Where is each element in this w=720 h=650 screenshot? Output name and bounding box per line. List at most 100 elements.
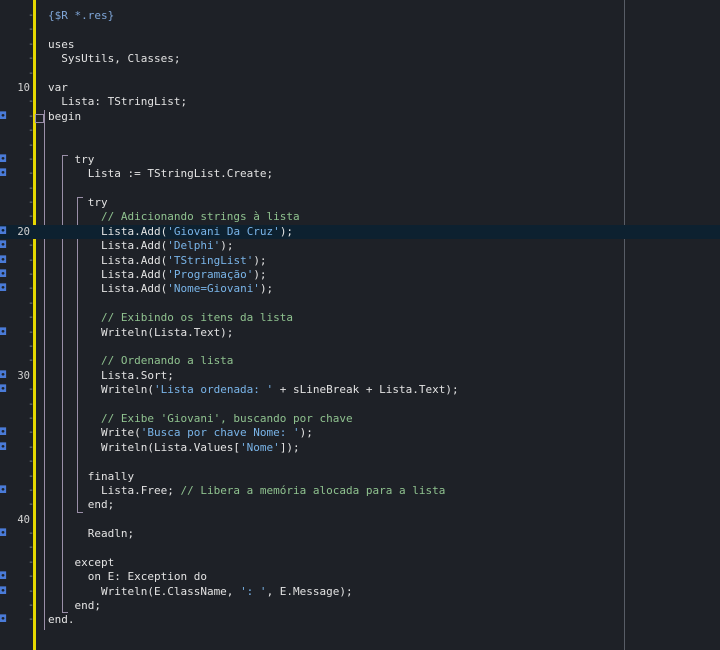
code-line[interactable]: - SysUtils, Classes;: [0, 52, 720, 66]
code-line[interactable]: - try: [0, 196, 720, 210]
code-text[interactable]: Lista.Free; // Libera a memória alocada …: [48, 484, 445, 498]
breakpoint-marker-icon[interactable]: ◘: [0, 369, 6, 383]
code-text[interactable]: Lista.Add('Nome=Giovani');: [48, 282, 273, 296]
breakpoint-marker-icon[interactable]: ◘: [0, 570, 6, 584]
code-text[interactable]: Writeln(E.ClassName, ': ', E.Message);: [48, 585, 353, 599]
breakpoint-marker-icon[interactable]: ◘: [0, 254, 6, 268]
code-text[interactable]: finally: [48, 470, 134, 484]
code-line[interactable]: -: [0, 541, 720, 555]
code-text[interactable]: Lista := TStringList.Create;: [48, 167, 273, 181]
code-text[interactable]: Lista.Add('Delphi');: [48, 239, 233, 253]
code-text[interactable]: // Ordenando a lista: [48, 354, 233, 368]
code-line[interactable]: - Lista: TStringList;: [0, 95, 720, 109]
code-token: Readln;: [48, 527, 135, 541]
code-line[interactable]: ◘ - Writeln(E.ClassName, ': ', E.Message)…: [0, 585, 720, 599]
breakpoint-marker-icon[interactable]: ◘: [0, 225, 6, 239]
code-text[interactable]: Writeln(Lista.Values['Nome']);: [48, 441, 300, 455]
code-line[interactable]: - // Exibe 'Giovani', buscando por chave: [0, 412, 720, 426]
code-line[interactable]: ◘ - Lista.Add('Nome=Giovani');: [0, 282, 720, 296]
code-line[interactable]: ◘ - begin: [0, 110, 720, 124]
code-line[interactable]: - except: [0, 556, 720, 570]
code-text[interactable]: try: [48, 196, 108, 210]
code-line[interactable]: -: [0, 23, 720, 37]
code-line[interactable]: ◘ - Writeln('Lista ordenada: ' + sLineBre…: [0, 383, 720, 397]
code-text[interactable]: var: [48, 81, 68, 95]
code-editor[interactable]: - {$R *.res} - - uses - SysUtils, Classes; -10…: [0, 0, 720, 650]
breakpoint-marker-icon[interactable]: ◘: [0, 527, 6, 541]
breakpoint-marker-icon[interactable]: ◘: [0, 383, 6, 397]
code-text[interactable]: Write('Busca por chave Nome: ');: [48, 426, 313, 440]
code-line[interactable]: -: [0, 455, 720, 469]
breakpoint-marker-icon[interactable]: ◘: [0, 110, 6, 124]
code-text[interactable]: end.: [48, 613, 75, 627]
breakpoint-marker-icon[interactable]: ◘: [0, 153, 6, 167]
code-text[interactable]: Lista: TStringList;: [48, 95, 187, 109]
code-line[interactable]: ◘ - Writeln(Lista.Text);: [0, 326, 720, 340]
code-line[interactable]: ◘ - Lista := TStringList.Create;: [0, 167, 720, 181]
code-text[interactable]: Lista.Sort;: [48, 369, 174, 383]
breakpoint-marker-icon[interactable]: ◘: [0, 585, 6, 599]
code-line[interactable]: - end;: [0, 498, 720, 512]
code-line[interactable]: ◘ - Lista.Add('Delphi');: [0, 239, 720, 253]
code-text[interactable]: on E: Exception do: [48, 570, 207, 584]
code-line[interactable]: - finally: [0, 470, 720, 484]
code-line[interactable]: -: [0, 340, 720, 354]
code-text[interactable]: Readln;: [48, 527, 134, 541]
breakpoint-marker-icon[interactable]: ◘: [0, 268, 6, 282]
code-line[interactable]: -: [0, 398, 720, 412]
breakpoint-marker-icon[interactable]: ◘: [0, 484, 6, 498]
code-text[interactable]: // Exibe 'Giovani', buscando por chave: [48, 412, 353, 426]
code-token: Lista.Add(: [48, 282, 168, 296]
code-line[interactable]: - // Ordenando a lista: [0, 354, 720, 368]
code-text[interactable]: uses: [48, 38, 75, 52]
code-text[interactable]: SysUtils, Classes;: [48, 52, 180, 66]
code-text[interactable]: begin: [48, 110, 81, 124]
code-line[interactable]: ◘ - Lista.Add('Programação');: [0, 268, 720, 282]
code-text[interactable]: Lista.Add('Programação');: [48, 268, 267, 282]
code-line[interactable]: - end;: [0, 599, 720, 613]
code-text[interactable]: Writeln(Lista.Text);: [48, 326, 233, 340]
code-line[interactable]: - {$R *.res}: [0, 9, 720, 23]
code-text[interactable]: Lista.Add('Giovani Da Cruz');: [48, 225, 293, 239]
code-text[interactable]: // Adicionando strings à lista: [48, 210, 300, 224]
code-text[interactable]: except: [48, 556, 114, 570]
breakpoint-marker-icon[interactable]: ◘: [0, 239, 6, 253]
code-line[interactable]: ◘ - end.: [0, 613, 720, 627]
breakpoint-marker-icon[interactable]: ◘: [0, 441, 6, 455]
code-text[interactable]: try: [48, 153, 94, 167]
breakpoint-marker-icon[interactable]: ◘: [0, 426, 6, 440]
code-line[interactable]: ◘ - on E: Exception do: [0, 570, 720, 584]
code-line[interactable]: 10 var: [0, 81, 720, 95]
code-line[interactable]: - // Adicionando strings à lista: [0, 210, 720, 224]
gutter-dash-icon: -: [28, 499, 35, 511]
code-line[interactable]: ◘ - Lista.Free; // Libera a memória aloca…: [0, 484, 720, 498]
code-line[interactable]: -: [0, 182, 720, 196]
code-text[interactable]: Lista.Add('TStringList');: [48, 254, 267, 268]
code-line-current[interactable]: 20 ◘ Lista.Add('Giovani Da Cruz');: [0, 224, 720, 240]
line-number: 10: [17, 81, 30, 94]
code-line[interactable]: -: [0, 67, 720, 81]
code-line[interactable]: 40: [0, 513, 720, 527]
code-text[interactable]: end;: [48, 498, 115, 512]
code-line[interactable]: -: [0, 297, 720, 311]
breakpoint-marker-icon[interactable]: ◘: [0, 613, 6, 627]
code-line[interactable]: -: [0, 139, 720, 153]
code-line[interactable]: 30 ◘ Lista.Sort;: [0, 369, 720, 383]
breakpoint-marker-icon[interactable]: ◘: [0, 282, 6, 296]
code-text[interactable]: {$R *.res}: [48, 9, 114, 23]
code-text[interactable]: Writeln('Lista ordenada: ' + sLineBreak …: [48, 383, 459, 397]
gutter-dash-icon: -: [28, 110, 35, 122]
code-text[interactable]: end;: [48, 599, 101, 613]
breakpoint-marker-icon[interactable]: ◘: [0, 167, 6, 181]
code-line[interactable]: ◘ - Lista.Add('TStringList');: [0, 254, 720, 268]
code-line[interactable]: - // Exibindo os itens da lista: [0, 311, 720, 325]
code-line[interactable]: ◘ - Writeln(Lista.Values['Nome']);: [0, 441, 720, 455]
code-line[interactable]: ◘ - Readln;: [0, 527, 720, 541]
code-line[interactable]: -: [0, 124, 720, 138]
code-line[interactable]: - uses: [0, 38, 720, 52]
breakpoint-marker-icon[interactable]: ◘: [0, 326, 6, 340]
code-text[interactable]: // Exibindo os itens da lista: [48, 311, 293, 325]
code-line[interactable]: ◘ - try: [0, 153, 720, 167]
code-line[interactable]: ◘ - Write('Busca por chave Nome: ');: [0, 426, 720, 440]
code-string: 'Delphi': [167, 239, 221, 253]
